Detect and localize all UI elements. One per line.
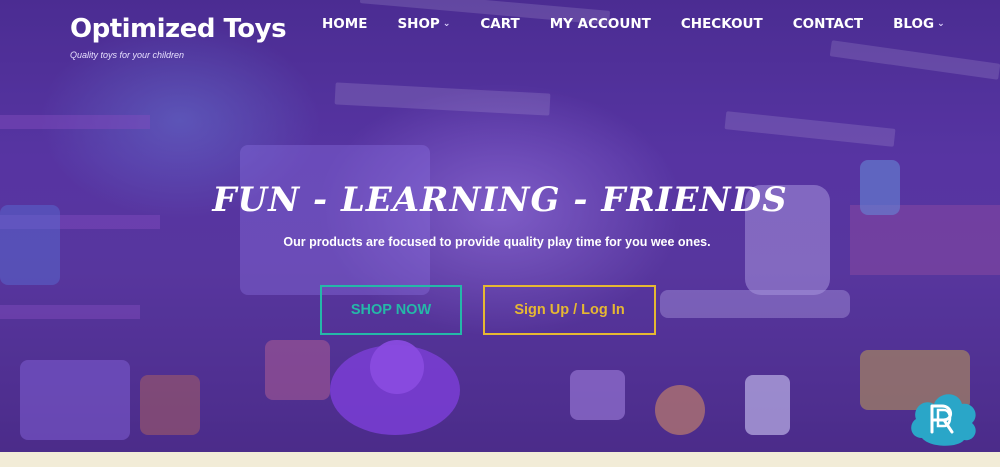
nav-contact[interactable]: CONTACT — [793, 16, 863, 32]
shop-now-button[interactable]: SHOP NOW — [320, 285, 462, 335]
nav-cart[interactable]: CART — [480, 16, 519, 32]
page-bottom-strip — [0, 452, 1000, 467]
chevron-down-icon: ⌄ — [937, 19, 945, 29]
nav-blog-label: BLOG — [893, 16, 935, 32]
dr-logo-icon[interactable] — [908, 386, 980, 448]
nav-cart-label: CART — [480, 16, 520, 32]
nav-blog[interactable]: BLOG ⌄ — [893, 16, 945, 32]
chevron-down-icon: ⌄ — [442, 19, 451, 29]
nav-my-account[interactable]: MY ACCOUNT — [550, 16, 651, 32]
nav-my-account-label: MY ACCOUNT — [549, 16, 651, 32]
nav-shop[interactable]: SHOP ⌄ — [397, 16, 450, 32]
nav-shop-label: SHOP — [397, 16, 440, 32]
nav-home[interactable]: HOME — [322, 16, 367, 32]
main-navigation: HOME SHOP ⌄ CART MY ACCOUNT CHECKOUT CONT… — [322, 16, 945, 32]
site-brand[interactable]: Optimized Toys Quality toys for your chi… — [70, 14, 287, 60]
hero-subline: Our products are focused to provide qual… — [283, 235, 711, 249]
nav-home-label: HOME — [322, 16, 368, 32]
hero-tint-overlay — [0, 0, 1000, 452]
nav-checkout[interactable]: CHECKOUT — [681, 16, 763, 32]
site-title[interactable]: Optimized Toys — [70, 14, 287, 44]
nav-checkout-label: CHECKOUT — [680, 16, 763, 32]
signup-login-button[interactable]: Sign Up / Log In — [483, 285, 656, 335]
nav-contact-label: CONTACT — [792, 16, 864, 32]
hero-headline: FUN - LEARNING - FRIENDS — [212, 180, 788, 220]
site-tagline: Quality toys for your children — [70, 50, 185, 60]
